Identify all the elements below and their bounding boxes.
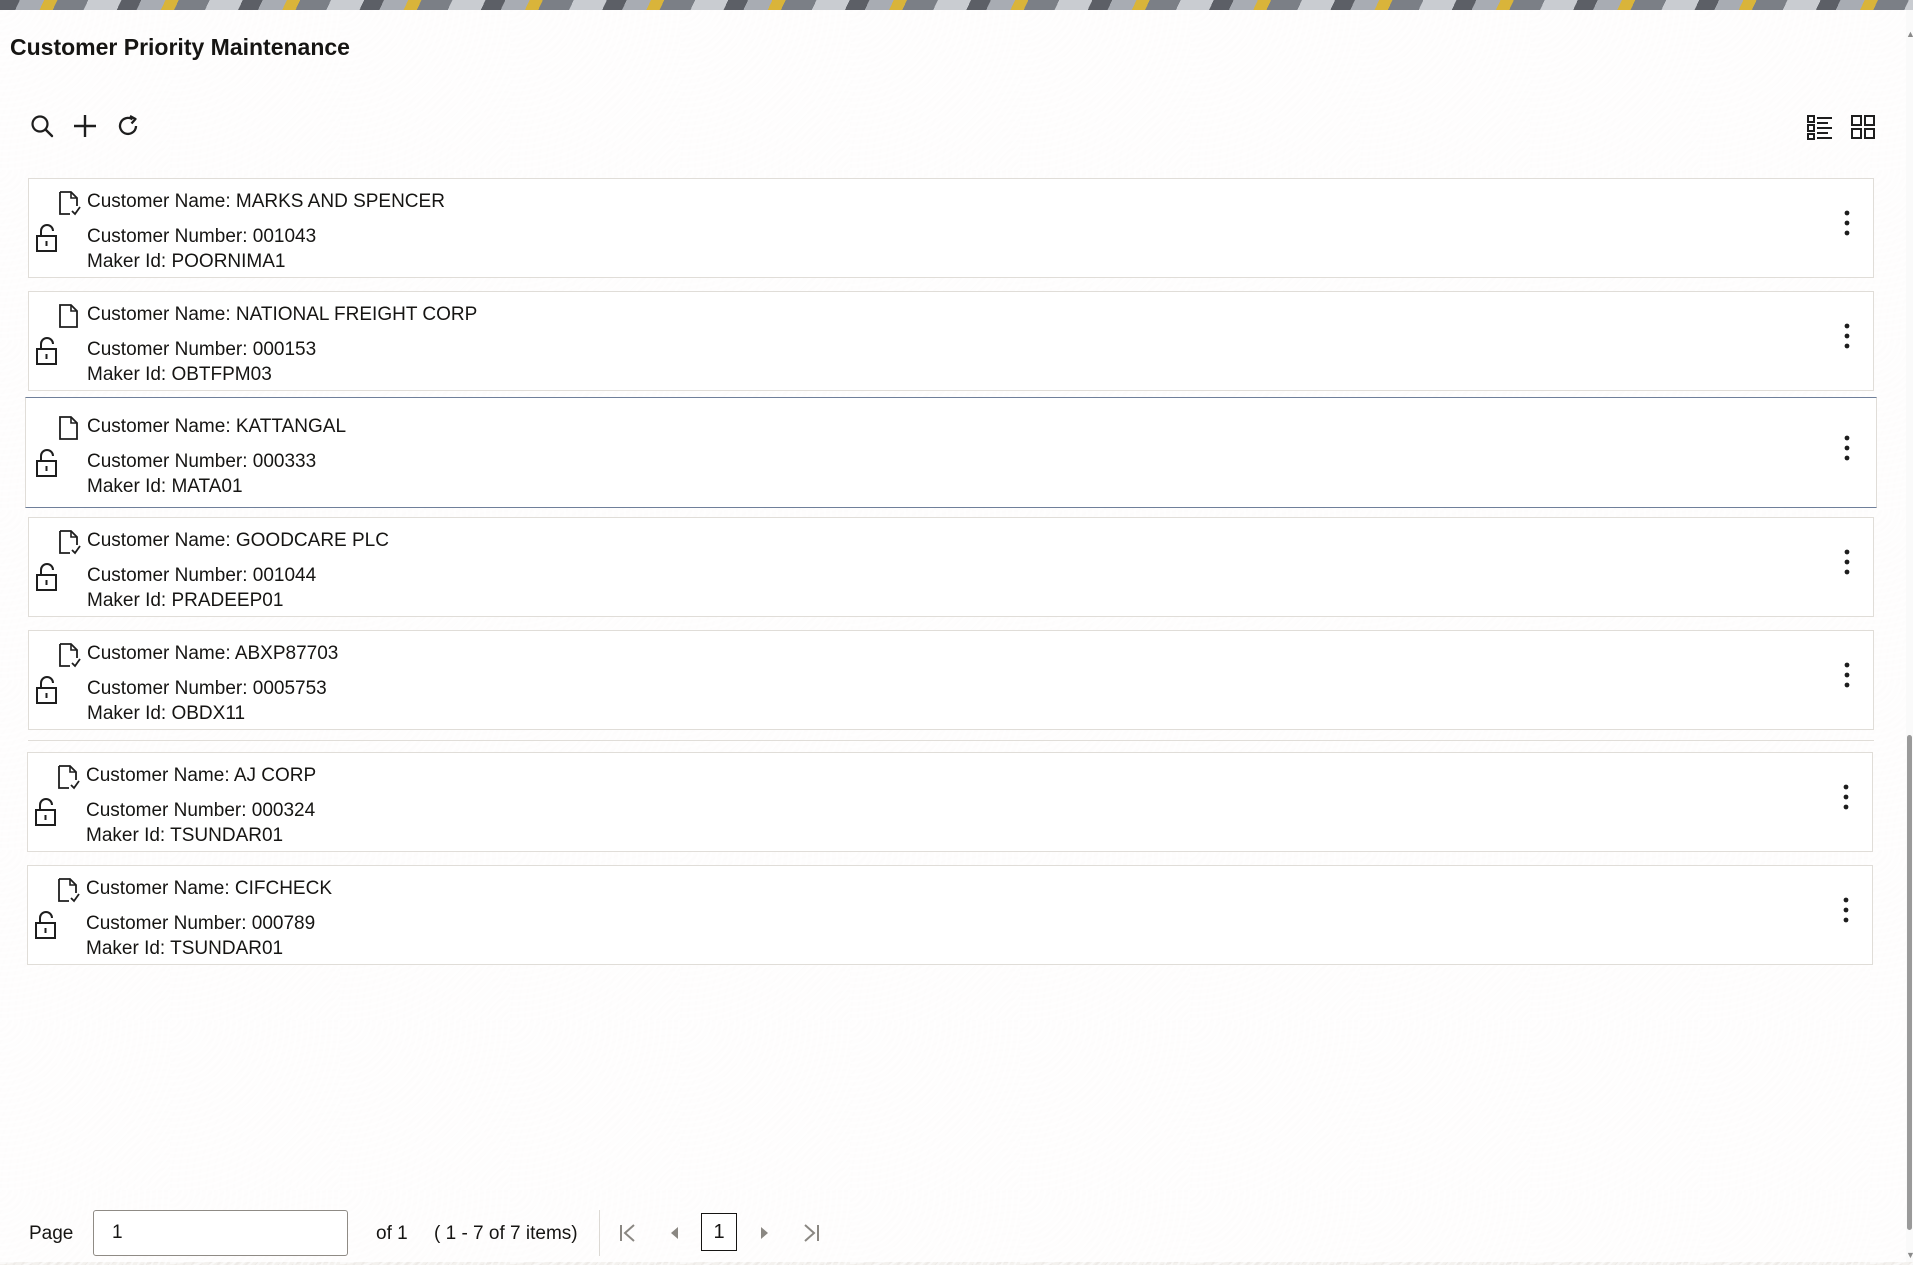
pagination-divider (599, 1210, 600, 1256)
refresh-icon (118, 114, 138, 136)
previous-page-icon (671, 1227, 678, 1239)
document-check-icon (58, 765, 80, 790)
search-icon (31, 115, 54, 138)
list-view-button[interactable] (1803, 110, 1837, 144)
customer-name: Customer Name: GOODCARE PLC (87, 530, 389, 551)
list-item[interactable]: Customer Name: NATIONAL FREIGHT CORP Cus… (28, 291, 1874, 391)
maker-id: Maker Id: PRADEEP01 (87, 590, 284, 611)
customer-number: Customer Number: 001044 (87, 565, 317, 586)
more-vertical-icon (1844, 662, 1850, 688)
unlock-icon (36, 337, 57, 365)
more-vertical-icon (1843, 897, 1849, 923)
item-range-label: ( 1 - 7 of 7 items) (434, 1223, 578, 1244)
first-page-button[interactable] (613, 1216, 643, 1250)
previous-page-button[interactable] (659, 1216, 689, 1250)
scroll-up-arrow-icon[interactable]: ▲ (1906, 30, 1913, 39)
more-vertical-icon (1844, 549, 1850, 575)
pagination-bar: Page of 1 ( 1 - 7 of 7 items) 1 (0, 1210, 900, 1258)
customer-name: Customer Name: CIFCHECK (86, 878, 332, 899)
unlock-icon (35, 911, 56, 939)
document-icon (59, 304, 78, 328)
next-page-button[interactable] (750, 1216, 780, 1250)
list-item[interactable]: Customer Name: ABXP87703 Customer Number… (28, 630, 1874, 730)
list-view-icon (1807, 115, 1832, 140)
page-title: Customer Priority Maintenance (10, 34, 350, 60)
page-label: Page (29, 1223, 74, 1244)
more-vertical-icon (1843, 784, 1849, 810)
unlock-icon (36, 449, 57, 477)
customer-number: Customer Number: 000333 (87, 451, 317, 472)
unlock-icon (36, 224, 57, 252)
customer-name: Customer Name: MARKS AND SPENCER (87, 191, 445, 212)
unlock-icon (35, 798, 56, 826)
maker-id: Maker Id: TSUNDAR01 (86, 938, 284, 959)
row-actions-button[interactable] (1835, 316, 1859, 356)
document-icon (59, 416, 78, 440)
refresh-button[interactable] (112, 110, 144, 142)
document-check-icon (58, 878, 80, 903)
list-item[interactable]: Customer Name: MARKS AND SPENCER Custome… (28, 178, 1874, 278)
maker-id: Maker Id: OBTFPM03 (87, 364, 272, 385)
list-item[interactable]: Customer Name: CIFCHECK Customer Number:… (27, 865, 1873, 965)
last-page-button[interactable] (796, 1216, 826, 1250)
document-check-icon (59, 530, 81, 555)
scrollbar-thumb[interactable] (1907, 735, 1912, 1230)
maker-id: Maker Id: OBDX11 (87, 703, 246, 724)
add-button[interactable] (69, 110, 101, 142)
first-page-icon (620, 1224, 635, 1242)
row-actions-button[interactable] (1835, 203, 1859, 243)
more-vertical-icon (1844, 210, 1850, 236)
row-actions-button[interactable] (1835, 428, 1859, 468)
list-item[interactable]: Customer Name: GOODCARE PLC Customer Num… (28, 517, 1874, 617)
customer-name: Customer Name: AJ CORP (86, 765, 317, 786)
row-actions-button[interactable] (1835, 655, 1859, 695)
customer-name: Customer Name: NATIONAL FREIGHT CORP (87, 304, 478, 325)
page-total-label: of 1 (376, 1223, 408, 1244)
customer-name: Customer Name: KATTANGAL (87, 416, 347, 437)
maker-id: Maker Id: POORNIMA1 (87, 251, 286, 272)
unlock-icon (36, 563, 57, 591)
last-page-icon (804, 1224, 819, 1242)
header-banner-strip (0, 0, 1913, 10)
vertical-scrollbar[interactable]: ▲ ▼ (1906, 10, 1913, 1262)
maker-id: Maker Id: MATA01 (87, 476, 243, 497)
grid-view-icon (1851, 115, 1875, 139)
maker-id: Maker Id: TSUNDAR01 (86, 825, 284, 846)
unlock-icon (36, 676, 57, 704)
row-actions-button[interactable] (1834, 890, 1858, 930)
add-icon (74, 115, 96, 137)
customer-number: Customer Number: 000153 (87, 339, 317, 360)
customer-number: Customer Number: 001043 (87, 226, 317, 247)
search-button[interactable] (26, 110, 58, 142)
list-item-selected[interactable]: Customer Name: KATTANGAL Customer Number… (25, 397, 1877, 508)
row-actions-button[interactable] (1835, 542, 1859, 582)
customer-name: Customer Name: ABXP87703 (87, 643, 339, 664)
customer-number: Customer Number: 0005753 (87, 678, 327, 699)
document-check-icon (59, 643, 81, 668)
page-number-input[interactable] (93, 1210, 348, 1256)
row-actions-button[interactable] (1834, 777, 1858, 817)
list-divider (28, 740, 1874, 741)
more-vertical-icon (1844, 323, 1850, 349)
next-page-icon (761, 1227, 768, 1239)
list-item[interactable]: Customer Name: AJ CORP Customer Number: … (27, 752, 1873, 852)
document-check-icon (59, 191, 81, 216)
scroll-down-arrow-icon[interactable]: ▼ (1906, 1251, 1913, 1260)
customer-number: Customer Number: 000789 (86, 913, 316, 934)
grid-view-button[interactable] (1846, 110, 1880, 144)
current-page-button[interactable]: 1 (701, 1213, 737, 1251)
more-vertical-icon (1844, 435, 1850, 461)
customer-number: Customer Number: 000324 (86, 800, 316, 821)
